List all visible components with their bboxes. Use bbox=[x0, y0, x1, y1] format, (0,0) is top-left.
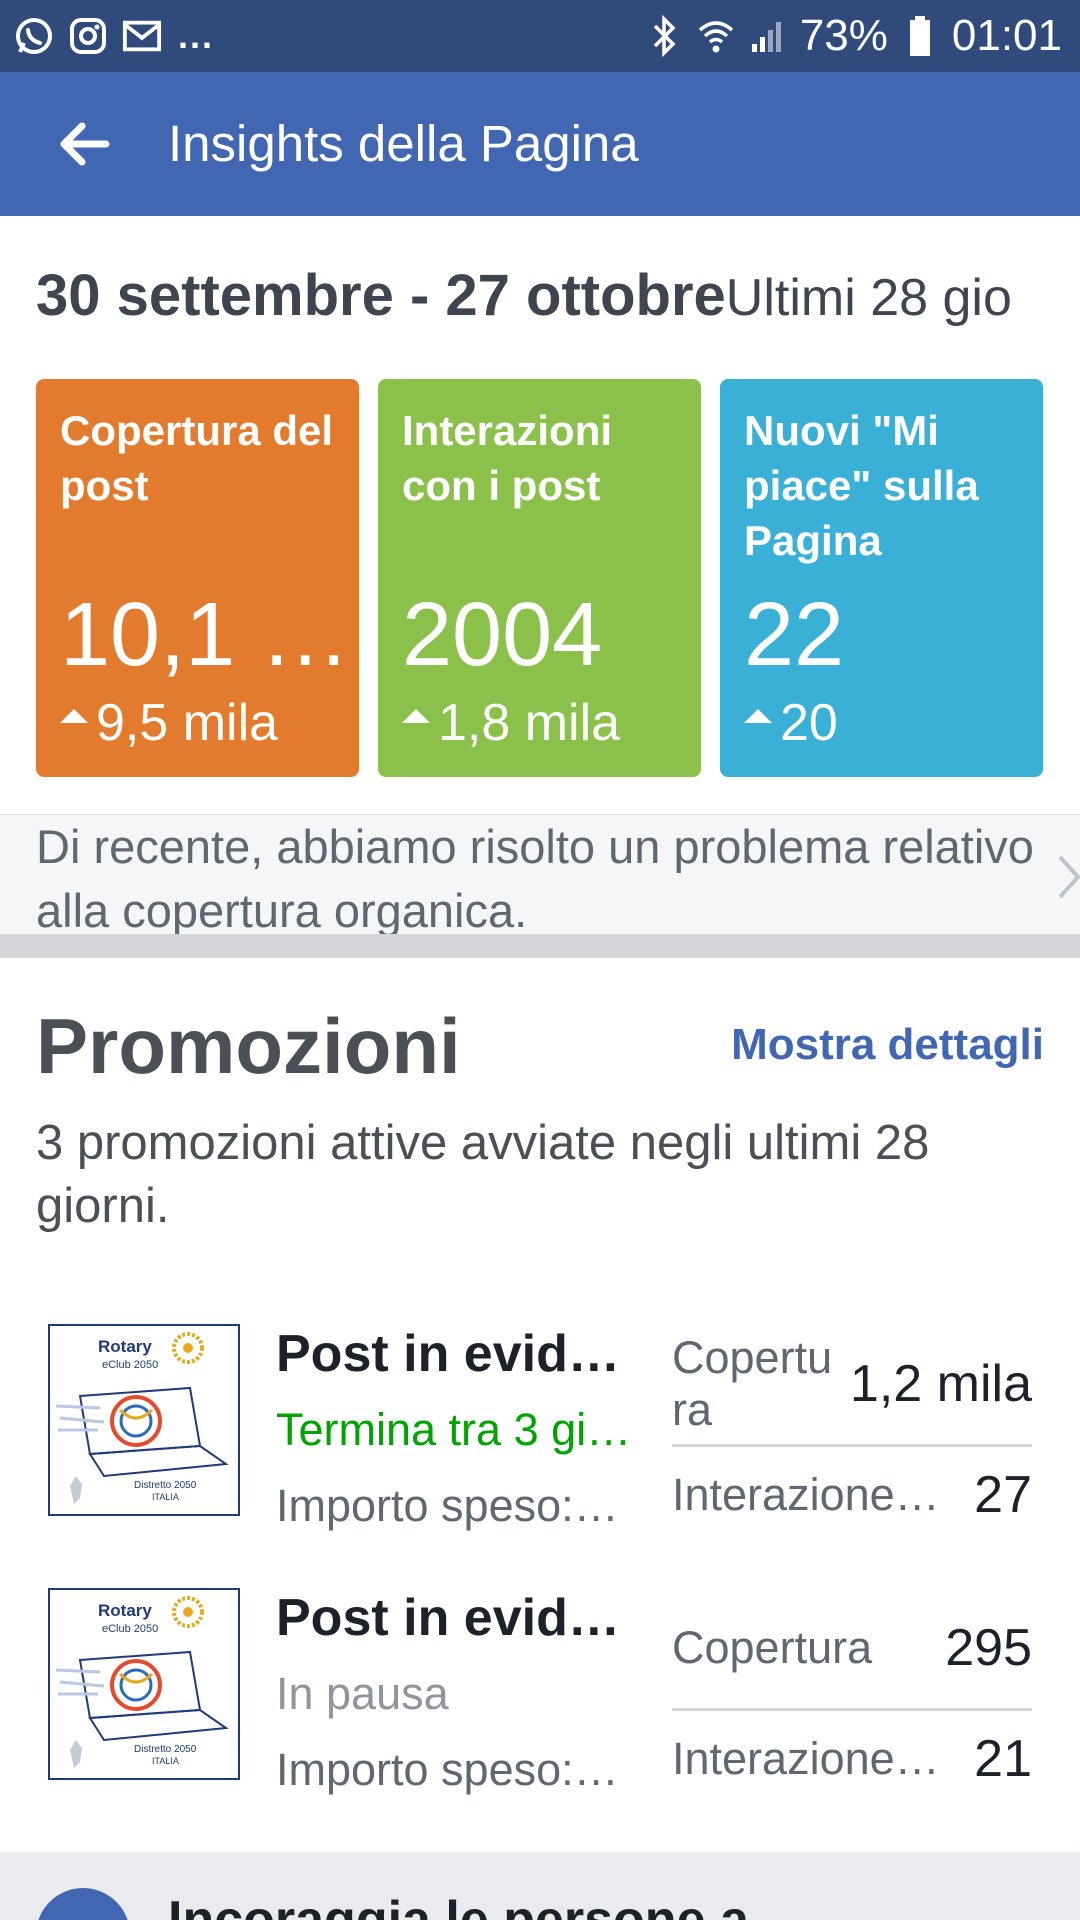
card-delta-value: 9,5 mila bbox=[96, 694, 279, 752]
metric-value: 27 bbox=[974, 1466, 1032, 1524]
page-title: Insights della Pagina bbox=[168, 115, 639, 172]
summary-cards: Copertura del post 10,1 … 9,5 mila Inter… bbox=[36, 379, 1044, 777]
metric-value: 1,2 mila bbox=[849, 1355, 1032, 1413]
signal-icon bbox=[748, 16, 788, 56]
clock: 01:01 bbox=[951, 11, 1062, 60]
encourage-card[interactable]: Incoraggia le persone a bbox=[0, 1852, 1080, 1920]
promotion-metrics: Copertura 295 Interazione… 21 bbox=[672, 1588, 1032, 1807]
card-delta: 9,5 mila bbox=[60, 695, 278, 751]
trend-up-icon bbox=[402, 709, 430, 723]
promotion-spent: Importo speso:… bbox=[276, 1480, 619, 1531]
status-bar-system: 73% 01:01 bbox=[644, 10, 1062, 62]
promotions-title: Promozioni bbox=[36, 1002, 461, 1090]
thumb-footer2: ITALIA bbox=[152, 1492, 179, 1502]
card-label: Nuovi "Mi piace" sulla Pagina bbox=[744, 407, 979, 564]
promotions-description: 3 promozioni attive avviate negli ultimi… bbox=[36, 1116, 930, 1233]
card-post-reach[interactable]: Copertura del post 10,1 … 9,5 mila bbox=[36, 379, 359, 777]
metric-label: Copertura bbox=[672, 1622, 873, 1673]
card-label: Interazioni con i post bbox=[402, 407, 613, 509]
promotion-item[interactable]: Rotary eClub 2050 Distretto 2050 ITALIA … bbox=[0, 1324, 1080, 1531]
card-value: 22 bbox=[744, 585, 845, 685]
metric-label: Interazione… bbox=[672, 1469, 940, 1520]
show-details-link[interactable]: Mostra dettagli bbox=[731, 1020, 1044, 1070]
metric-engagement: Interazione… 27 bbox=[672, 1447, 1032, 1543]
promotion-status: Termina tra 3 gi… bbox=[276, 1404, 632, 1455]
metric-reach: Copertu ra 1,2 mila bbox=[672, 1324, 1032, 1447]
promotion-title: Post in evide… bbox=[276, 1325, 648, 1383]
status-bar-notifications: ... bbox=[14, 12, 214, 60]
app-bar: Insights della Pagina bbox=[0, 72, 1080, 216]
card-delta: 1,8 mila bbox=[402, 695, 620, 751]
card-delta-value: 20 bbox=[780, 694, 838, 752]
card-icon bbox=[36, 1888, 130, 1920]
promotion-thumbnail: Rotary eClub 2050 Distretto 2050 ITALIA bbox=[48, 1324, 240, 1516]
card-delta: 20 bbox=[744, 695, 838, 751]
battery-icon bbox=[900, 16, 940, 56]
chevron-right-icon bbox=[1056, 851, 1080, 903]
date-range-row: 30 settembre - 27 ottobreUltimi 28 gio bbox=[36, 262, 1080, 332]
card-delta-value: 1,8 mila bbox=[438, 694, 621, 752]
metric-reach: Copertura 295 bbox=[672, 1588, 1032, 1711]
arrow-left-icon bbox=[60, 122, 110, 166]
promotion-metrics: Copertu ra 1,2 mila Interazione… 27 bbox=[672, 1324, 1032, 1543]
back-button[interactable] bbox=[56, 120, 112, 168]
metric-value: 295 bbox=[945, 1619, 1032, 1677]
organic-reach-notice[interactable]: Di recente, abbiamo risolto un problema … bbox=[0, 814, 1080, 934]
promotion-spent: Importo speso:… bbox=[276, 1744, 619, 1795]
metric-label: Copertu ra bbox=[672, 1332, 833, 1435]
trend-up-icon bbox=[744, 709, 772, 723]
instagram-icon bbox=[68, 16, 108, 56]
promotion-info: Post in evide… Termina tra 3 gi… Importo… bbox=[276, 1324, 648, 1536]
section-divider bbox=[0, 934, 1080, 958]
date-period[interactable]: Ultimi 28 gio bbox=[726, 269, 1012, 327]
bluetooth-icon bbox=[644, 14, 684, 58]
thumb-brand: Rotary bbox=[98, 1337, 152, 1356]
battery-percent: 73% bbox=[799, 11, 888, 60]
promotion-thumbnail: Rotary eClub 2050 Distretto 2050 ITALIA bbox=[48, 1588, 240, 1780]
promotion-item[interactable]: Rotary eClub 2050 Distretto 2050 ITALIA … bbox=[0, 1588, 1080, 1795]
status-overflow: ... bbox=[178, 15, 215, 56]
thumb-sub: eClub 2050 bbox=[102, 1359, 158, 1371]
metric-label: Interazione… bbox=[672, 1733, 940, 1784]
thumb-sub: eClub 2050 bbox=[102, 1623, 158, 1635]
metric-value: 21 bbox=[974, 1730, 1032, 1788]
card-value: 2004 bbox=[402, 585, 603, 685]
whatsapp-icon bbox=[14, 16, 54, 56]
promotion-info: Post in evide… In pausa Importo speso:… bbox=[276, 1588, 648, 1800]
encourage-card-title: Incoraggia le persone a bbox=[168, 1891, 749, 1920]
wifi-icon bbox=[696, 16, 736, 56]
promotion-title: Post in evide… bbox=[276, 1589, 648, 1647]
thumb-footer2: ITALIA bbox=[152, 1756, 179, 1766]
trend-up-icon bbox=[60, 709, 88, 723]
thumb-brand: Rotary bbox=[98, 1601, 152, 1620]
notice-text: Di recente, abbiamo risolto un problema … bbox=[36, 820, 1034, 934]
card-label: Copertura del post bbox=[60, 407, 334, 509]
date-range: 30 settembre - 27 ottobre bbox=[36, 263, 726, 328]
card-new-page-likes[interactable]: Nuovi "Mi piace" sulla Pagina 22 20 bbox=[720, 379, 1043, 777]
thumb-footer1: Distretto 2050 bbox=[134, 1480, 197, 1491]
status-bar: ... 73% 01:01 bbox=[0, 0, 1080, 72]
card-post-engagement[interactable]: Interazioni con i post 2004 1,8 mila bbox=[378, 379, 701, 777]
gmail-icon bbox=[122, 16, 162, 56]
thumb-footer1: Distretto 2050 bbox=[134, 1744, 197, 1755]
promotion-status: In pausa bbox=[276, 1668, 449, 1719]
metric-engagement: Interazione… 21 bbox=[672, 1711, 1032, 1807]
card-value: 10,1 … bbox=[60, 585, 351, 685]
